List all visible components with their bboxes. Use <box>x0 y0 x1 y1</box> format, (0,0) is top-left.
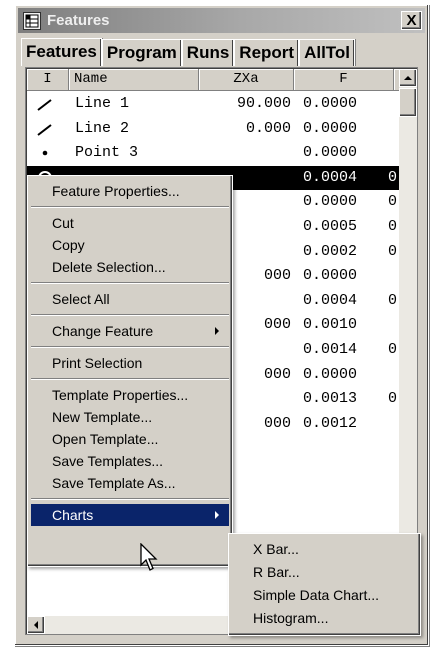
menu-separator <box>31 346 229 348</box>
menu-separator <box>31 498 229 500</box>
line-icon <box>35 92 59 116</box>
mouse-pointer-icon <box>140 543 158 571</box>
menu-separator <box>31 314 229 316</box>
menu-item-open-template[interactable]: Open Template... <box>31 428 229 450</box>
menu-item-copy[interactable]: Copy <box>31 234 229 256</box>
column-header-i[interactable]: I <box>27 69 69 91</box>
menu-item-print-selection[interactable]: Print Selection <box>31 352 229 374</box>
table-app-icon <box>23 11 41 30</box>
scroll-left-button[interactable] <box>27 616 45 634</box>
menu-item-charts[interactable]: Charts <box>31 504 229 526</box>
menu-item-change-feature[interactable]: Change Feature <box>31 320 229 342</box>
charts-submenu: X Bar... R Bar... Simple Data Chart... Hist… <box>228 533 421 636</box>
tab-report[interactable]: Report <box>234 39 300 66</box>
menu-separator <box>31 206 229 208</box>
submenu-item-histogram[interactable]: Histogram... <box>232 607 417 630</box>
cell-zxa: 90.000 <box>236 95 291 112</box>
menu-item-label: Delete Selection... <box>52 259 166 275</box>
column-headers: INameZXaFr <box>27 69 417 91</box>
cell-f: 0.0000 <box>303 95 358 112</box>
column-header-f[interactable]: F <box>294 69 394 91</box>
menu-item-label: Save Template As... <box>52 475 176 491</box>
menu-item-label: Change Feature <box>52 323 154 339</box>
line-icon <box>35 117 59 141</box>
menu-item-save-template-as[interactable]: Save Template As... <box>31 472 229 494</box>
close-button[interactable]: X <box>401 11 422 30</box>
cell-name: Line 1 <box>75 95 130 112</box>
menu-item-label: Print Selection <box>52 355 143 371</box>
menu-item-label: Select All <box>52 291 110 307</box>
tab-features[interactable]: Features <box>21 38 102 66</box>
title-bar[interactable]: Features X <box>18 8 425 33</box>
tab-alltol[interactable]: AllTol <box>299 39 356 66</box>
tab-program[interactable]: Program <box>101 39 182 66</box>
point-icon <box>35 141 59 165</box>
cell-zxa <box>199 141 291 165</box>
cell-f: 0.0000 <box>303 267 358 284</box>
cell-f: 0.0000 <box>303 193 358 210</box>
table-row[interactable]: Line 2 0.000 0.0000 <box>27 117 401 141</box>
menu-item-label: Charts <box>52 507 94 523</box>
menu-item-save-templates[interactable]: Save Templates... <box>31 450 229 472</box>
menu-separator <box>31 378 229 380</box>
menu-item-template-properties[interactable]: Template Properties... <box>31 384 229 406</box>
cell-f: 0.0010 <box>303 316 358 333</box>
table-row[interactable]: Point 3 0.0000 <box>27 141 401 165</box>
scroll-up-button[interactable] <box>399 69 417 87</box>
cell-f: 0.0012 <box>303 415 358 432</box>
cell-f: 0.0000 <box>303 120 358 137</box>
scroll-thumb[interactable] <box>399 88 417 117</box>
column-header-name[interactable]: Name <box>69 69 199 91</box>
submenu-item-r-bar[interactable]: R Bar... <box>232 561 417 584</box>
menu-item-label: Feature Properties... <box>52 183 180 199</box>
submenu-arrow-icon <box>215 511 219 519</box>
menu-item-label: Cut <box>52 215 74 231</box>
cell-f: 0.0004 <box>303 169 358 186</box>
column-header-zxa[interactable]: ZXa <box>199 69 294 91</box>
cell-f: 0.0000 <box>303 144 358 161</box>
cell-name: Line 2 <box>75 120 130 137</box>
submenu-item-simple-data-chart[interactable]: Simple Data Chart... <box>232 584 417 607</box>
menu-item-new-template[interactable]: New Template... <box>31 406 229 428</box>
submenu-item-x-bar[interactable]: X Bar... <box>232 538 417 561</box>
menu-item-label: New Template... <box>52 409 153 425</box>
cell-f: 0.0005 <box>303 218 358 235</box>
table-row[interactable]: Line 1 90.000 0.0000 <box>27 92 401 116</box>
menu-item-label: Copy <box>52 237 85 253</box>
cell-f: 0.0004 <box>303 292 358 309</box>
context-menu: Feature Properties... Cut Copy Delete Selec… <box>27 175 233 567</box>
cell-f: 0.0014 <box>303 341 358 358</box>
menu-item-label: Template Properties... <box>52 387 189 403</box>
cell-f: 0.0013 <box>303 390 358 407</box>
menu-item-delete-selection[interactable]: Delete Selection... <box>31 256 229 278</box>
menu-item-label: Save Templates... <box>52 453 164 469</box>
menu-item-select-all[interactable]: Select All <box>31 288 229 310</box>
tab-runs[interactable]: Runs <box>181 39 235 66</box>
cell-f: 0.0000 <box>303 366 358 383</box>
menu-separator <box>31 282 229 284</box>
menu-item-feature-properties[interactable]: Feature Properties... <box>31 180 229 202</box>
cell-f: 0.0002 <box>303 243 358 260</box>
menu-item-cut[interactable]: Cut <box>31 212 229 234</box>
window-title: Features <box>47 12 110 29</box>
tab-strip: Features Program Runs Report AllTol <box>21 38 356 66</box>
cell-name: Point 3 <box>75 144 139 161</box>
menu-item-label: Open Template... <box>52 431 159 447</box>
cell-zxa: 0.000 <box>245 120 291 137</box>
submenu-arrow-icon <box>215 327 219 335</box>
